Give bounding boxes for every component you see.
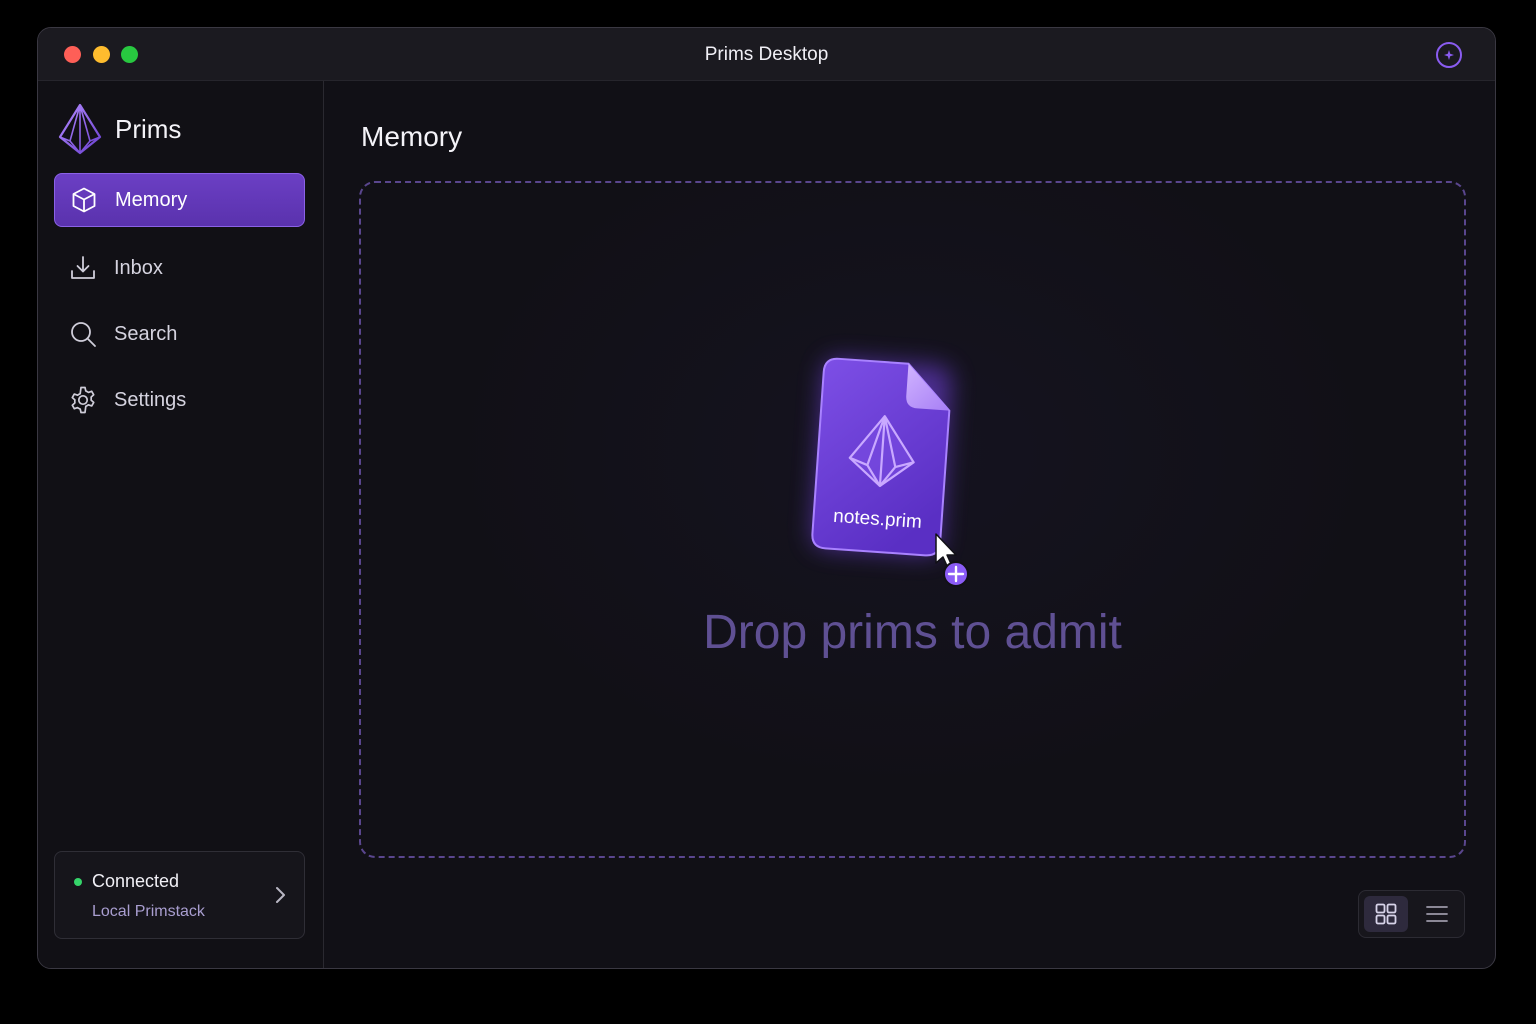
list-view-button[interactable]: [1415, 896, 1459, 932]
sidebar-item-inbox[interactable]: Inbox: [54, 241, 305, 295]
search-icon: [67, 318, 99, 350]
download-tray-icon: [67, 252, 99, 284]
drop-zone[interactable]: notes.prim Drop prims to admit: [359, 181, 1466, 858]
sparkle-circle-icon[interactable]: [1435, 41, 1463, 69]
prism-logo-icon: [58, 103, 102, 155]
app-window: Prims Desktop Prims Memory Inbox Search …: [37, 27, 1496, 969]
add-badge-icon: [943, 561, 969, 587]
grid-view-button[interactable]: [1364, 896, 1408, 932]
list-icon: [1426, 906, 1448, 922]
connection-status: Connected: [92, 871, 180, 891]
connection-target: Local Primstack: [92, 903, 205, 920]
sidebar-item-search[interactable]: Search: [54, 307, 305, 361]
view-toggle: [1358, 890, 1465, 938]
main-content: Memory notes.prim Drop prims to admit: [325, 81, 1495, 968]
sidebar-item-label: Search: [114, 322, 178, 345]
window-title: Prims Desktop: [704, 44, 829, 65]
sidebar: Prims Memory Inbox Search Settings Conne…: [38, 81, 324, 968]
prim-file-icon: notes.prim: [811, 357, 969, 587]
connection-status-dot: [74, 878, 82, 886]
sidebar-item-memory[interactable]: Memory: [54, 173, 305, 227]
title-bar: Prims Desktop: [38, 28, 1495, 81]
connection-card[interactable]: Connected Local Primstack: [54, 851, 305, 939]
sidebar-item-label: Memory: [115, 188, 188, 211]
gear-icon: [67, 384, 99, 416]
cube-icon: [68, 184, 100, 216]
sidebar-item-settings[interactable]: Settings: [54, 373, 305, 427]
brand: Prims: [56, 103, 181, 155]
brand-name: Prims: [115, 113, 182, 144]
drop-message: Drop prims to admit: [703, 606, 1122, 659]
grid-icon: [1375, 903, 1397, 925]
chevron-right-icon: [276, 887, 285, 903]
sidebar-item-label: Settings: [114, 388, 187, 411]
page-title: Memory: [361, 121, 463, 152]
sidebar-item-label: Inbox: [114, 256, 163, 279]
